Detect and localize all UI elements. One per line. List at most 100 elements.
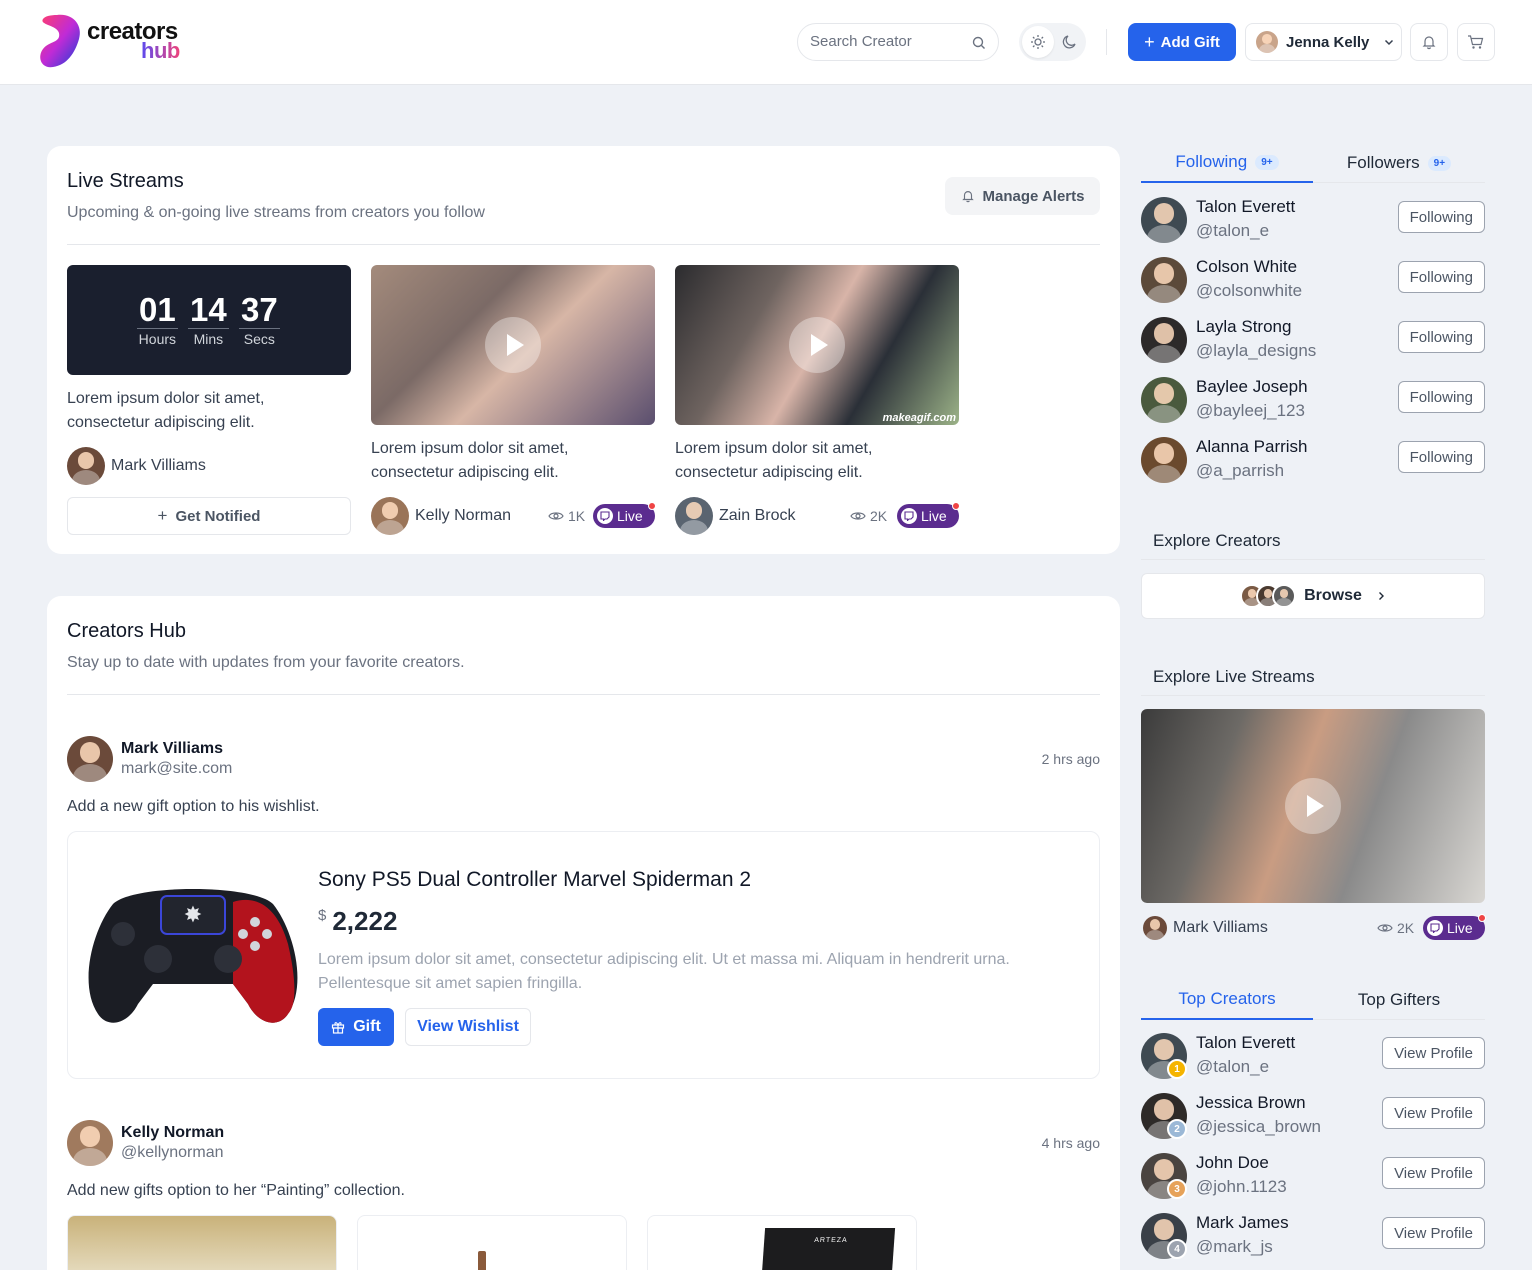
- person-name[interactable]: Layla Strong: [1196, 317, 1291, 337]
- product-price: $2,222: [318, 906, 397, 937]
- play-icon[interactable]: [1285, 778, 1341, 834]
- rank-badge: 1: [1167, 1059, 1187, 1079]
- post-author[interactable]: Mark Villiams mark@site.com: [67, 736, 232, 782]
- product-desc: Lorem ipsum dolor sit amet, consectetur …: [318, 951, 1010, 992]
- tab-top-creators[interactable]: Top Creators: [1141, 980, 1313, 1020]
- following-button[interactable]: Following: [1397, 441, 1485, 473]
- play-icon[interactable]: [789, 317, 845, 373]
- live-badge: Live: [897, 502, 960, 528]
- product-title[interactable]: Sony PS5 Dual Controller Marvel Spiderma…: [318, 868, 751, 892]
- tab-label: Followers: [1346, 153, 1420, 172]
- gift-button[interactable]: Gift: [318, 1008, 394, 1046]
- add-gift-button[interactable]: + Add Gift: [1128, 23, 1236, 61]
- creator-name: Mark Villiams: [1173, 919, 1268, 936]
- avatar: [1143, 916, 1167, 940]
- avatar[interactable]: [1141, 317, 1187, 363]
- gallery-item[interactable]: [357, 1215, 627, 1270]
- avatar[interactable]: [1141, 257, 1187, 303]
- post-time: 4 hrs ago: [1041, 1135, 1100, 1151]
- person-name[interactable]: Talon Everett: [1196, 1033, 1295, 1053]
- live-dot: [1478, 914, 1486, 922]
- search-icon[interactable]: [972, 36, 986, 50]
- countdown-mins: 14 Mins: [188, 292, 229, 347]
- tab-followers[interactable]: Followers 9+: [1313, 143, 1485, 183]
- stream-creator[interactable]: Zain Brock: [675, 497, 795, 535]
- divider: [1141, 559, 1485, 560]
- search-input[interactable]: [810, 33, 970, 50]
- notifications-button[interactable]: [1410, 23, 1448, 61]
- person-name[interactable]: Alanna Parrish: [1196, 437, 1308, 457]
- gallery-item[interactable]: ARTEZA: [647, 1215, 917, 1270]
- rank-badge: 2: [1167, 1119, 1187, 1139]
- person-handle: @talon_e: [1196, 221, 1270, 240]
- browse-label: Browse: [1304, 587, 1362, 604]
- tab-top-gifters[interactable]: Top Gifters: [1313, 980, 1485, 1020]
- view-wishlist-button[interactable]: View Wishlist: [405, 1008, 531, 1046]
- views-value: 1K: [568, 508, 586, 524]
- cart-button[interactable]: [1457, 23, 1495, 61]
- theme-toggle[interactable]: [1019, 23, 1086, 61]
- top-creator-item: 2 Jessica Brown @jessica_brown View Prof…: [1141, 1091, 1485, 1141]
- featured-stream-thumbnail[interactable]: [1141, 709, 1485, 903]
- avatar[interactable]: [1141, 437, 1187, 483]
- person-name[interactable]: Colson White: [1196, 257, 1297, 277]
- get-notified-button[interactable]: + Get Notified: [67, 497, 351, 535]
- person-name[interactable]: Talon Everett: [1196, 197, 1295, 217]
- post-author[interactable]: Kelly Norman @kellynorman: [67, 1120, 224, 1166]
- live-dot: [952, 502, 960, 510]
- light-mode-button[interactable]: [1022, 26, 1054, 58]
- person-handle: @colsonwhite: [1196, 281, 1303, 300]
- person-name[interactable]: Mark James: [1196, 1213, 1289, 1233]
- view-profile-button[interactable]: View Profile: [1382, 1037, 1485, 1069]
- following-button[interactable]: Following: [1397, 321, 1485, 353]
- chevron-right-icon: [1378, 592, 1384, 600]
- avatar[interactable]: [1141, 377, 1187, 423]
- gift-label: Gift: [353, 1018, 381, 1035]
- view-profile-button[interactable]: View Profile: [1382, 1217, 1485, 1249]
- person-name[interactable]: John Doe: [1196, 1153, 1269, 1173]
- explore-creators-title: Explore Creators: [1153, 531, 1281, 550]
- count-badge: 9+: [1427, 155, 1452, 171]
- upcoming-stream-creator[interactable]: Mark Villiams: [67, 447, 206, 485]
- plus-icon: +: [157, 506, 168, 525]
- person-handle: @john.1123: [1196, 1177, 1287, 1196]
- following-item: Alanna Parrish @a_parrish Following: [1141, 435, 1485, 485]
- play-icon[interactable]: [485, 317, 541, 373]
- countdown-mins-value: 14: [188, 291, 229, 329]
- manage-alerts-label: Manage Alerts: [982, 187, 1085, 205]
- watermark: makeagif.com: [882, 412, 956, 424]
- tab-following[interactable]: Following 9+: [1141, 143, 1313, 183]
- follow-tabs: Following 9+ Followers 9+: [1141, 143, 1485, 183]
- person-name[interactable]: Baylee Joseph: [1196, 377, 1308, 397]
- creators-hub-subtitle: Stay up to date with updates from your f…: [67, 654, 465, 671]
- avatar: [67, 1120, 113, 1166]
- gallery-item[interactable]: [67, 1215, 337, 1270]
- countdown-secs-value: 37: [239, 291, 280, 329]
- view-profile-button[interactable]: View Profile: [1382, 1157, 1485, 1189]
- browse-creators-button[interactable]: Browse: [1141, 573, 1485, 619]
- post-author-name: Mark Villiams: [121, 740, 223, 757]
- avatar[interactable]: [1141, 197, 1187, 243]
- stream-thumbnail[interactable]: [371, 265, 655, 425]
- person-handle: @a_parrish: [1196, 461, 1285, 480]
- following-button[interactable]: Following: [1397, 261, 1485, 293]
- logo[interactable]: creators hub: [37, 13, 187, 71]
- view-profile-button[interactable]: View Profile: [1382, 1097, 1485, 1129]
- stream-thumbnail[interactable]: makeagif.com: [675, 265, 959, 425]
- person-name[interactable]: Jessica Brown: [1196, 1093, 1306, 1113]
- creator-name: Zain Brock: [719, 507, 796, 524]
- featured-stream-creator[interactable]: Mark Villiams: [1143, 916, 1268, 940]
- following-button[interactable]: Following: [1397, 201, 1485, 233]
- dark-mode-button[interactable]: [1054, 26, 1086, 58]
- twitch-icon: [901, 508, 917, 524]
- user-menu[interactable]: Jenna Kelly: [1245, 23, 1402, 61]
- plus-icon: +: [1144, 31, 1155, 52]
- post-author-handle: @kellynorman: [121, 1144, 224, 1161]
- search-box[interactable]: [797, 23, 999, 61]
- divider: [1141, 695, 1485, 696]
- manage-alerts-button[interactable]: Manage Alerts: [945, 177, 1100, 215]
- view-count: 2K: [850, 508, 887, 524]
- following-button[interactable]: Following: [1397, 381, 1485, 413]
- countdown-timer: 01 Hours 14 Mins 37 Secs: [67, 265, 351, 375]
- stream-creator[interactable]: Kelly Norman: [371, 497, 511, 535]
